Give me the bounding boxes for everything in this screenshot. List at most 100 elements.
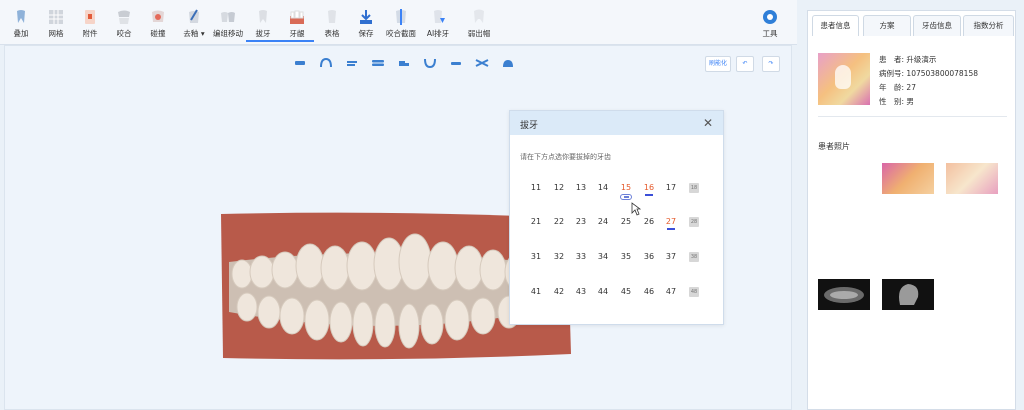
tooth-44[interactable]: 44 <box>594 287 612 296</box>
extraction-icon <box>259 10 267 23</box>
tooth-26[interactable]: 26 <box>640 217 658 226</box>
tab-patient-info[interactable]: 患者信息 <box>812 15 859 36</box>
tooth-48-icon[interactable]: 48 <box>689 287 699 297</box>
top-toggle-button[interactable]: 刷能化 <box>705 56 731 72</box>
tooth-28-icon[interactable]: 28 <box>689 217 699 227</box>
tab-index-analysis[interactable]: 指数分析 <box>963 15 1014 36</box>
gingiva-icon <box>290 10 304 24</box>
mouse-cursor-icon <box>631 202 641 216</box>
tooth-14[interactable]: 14 <box>594 183 612 192</box>
table-button[interactable]: 表格 <box>315 8 349 39</box>
tooth-15[interactable]: 15 <box>617 183 635 200</box>
tooth-27[interactable]: 27 <box>662 217 680 230</box>
tooth-43[interactable]: 43 <box>572 287 590 296</box>
save-button[interactable]: 保存 <box>349 8 383 39</box>
tooth-47[interactable]: 47 <box>662 287 680 296</box>
jaw-open-icon[interactable] <box>371 58 385 68</box>
occlusion-button[interactable]: 咬合 <box>107 8 141 39</box>
ai-arrange-icon <box>434 10 445 23</box>
tooth-12[interactable]: 12 <box>550 183 568 192</box>
tooth-overlay-icon <box>17 10 25 23</box>
tooth-33[interactable]: 33 <box>572 252 590 261</box>
collision-button[interactable]: 碰撞 <box>141 8 175 39</box>
occlusion-section-icon <box>396 9 406 25</box>
patient-photo-2[interactable] <box>946 163 998 194</box>
panel-tabs: 患者信息 方案 牙齿信息 指数分析 <box>808 11 1015 36</box>
split-view-icon[interactable] <box>475 58 489 68</box>
overlay-button[interactable]: 叠加 <box>4 8 38 39</box>
collision-icon <box>152 10 164 22</box>
tooth-13[interactable]: 13 <box>572 183 590 192</box>
extraction-marker <box>620 194 632 200</box>
tooth-35[interactable]: 35 <box>617 252 635 261</box>
patient-photos-label: 患者照片 <box>818 142 850 151</box>
patient-panel: 患者信息 方案 牙齿信息 指数分析 患 者: 升级演示 病例号: 1075038… <box>807 10 1016 410</box>
bottom-view-icon[interactable] <box>449 58 463 68</box>
dialog-hint: 请在下方点选你要拔掉的牙齿 <box>520 153 611 161</box>
front-view-icon[interactable] <box>293 58 307 68</box>
extraction-marker <box>667 228 675 230</box>
tab-tooth-info[interactable]: 牙齿信息 <box>913 15 961 36</box>
right-view-icon[interactable] <box>345 58 359 68</box>
extraction-marker <box>645 194 653 196</box>
extraction-dialog: 拔牙 ✕ 请在下方点选你要拔掉的牙齿 11 12 13 14 15 16 17 … <box>509 110 724 325</box>
occlusion-section-button[interactable]: 咬合截面 <box>384 8 418 39</box>
tooth-cap-button[interactable]: 弱出帽 <box>462 8 496 39</box>
tools-button[interactable]: 工具 <box>753 8 787 39</box>
tooth-34[interactable]: 34 <box>594 252 612 261</box>
tooth-24[interactable]: 24 <box>594 217 612 226</box>
upper-arch-icon[interactable] <box>319 58 333 68</box>
tooth-45[interactable]: 45 <box>617 287 635 296</box>
tooth-37[interactable]: 37 <box>662 252 680 261</box>
save-icon <box>360 10 372 24</box>
tooth-16[interactable]: 16 <box>640 183 658 196</box>
panoramic-xray-image[interactable] <box>818 279 870 310</box>
gingiva-button[interactable]: 牙龈 <box>280 8 314 42</box>
divider <box>818 116 1007 117</box>
attachment-button[interactable]: 附件 <box>73 8 107 39</box>
chevron-down-icon: ▾ <box>200 29 205 38</box>
tooth-25[interactable]: 25 <box>617 217 635 226</box>
redo-icon: ↷ <box>768 60 774 67</box>
patient-name-row: 患 者: 升级演示 <box>879 55 937 64</box>
undo-icon: ↶ <box>742 60 748 67</box>
tooth-41[interactable]: 41 <box>527 287 545 296</box>
tooth-21[interactable]: 21 <box>527 217 545 226</box>
back-view-icon[interactable] <box>501 58 515 68</box>
tooth-31[interactable]: 31 <box>527 252 545 261</box>
tooth-11[interactable]: 11 <box>527 183 545 192</box>
undo-button[interactable]: ↶ <box>736 56 754 72</box>
patient-gender-row: 性 别: 男 <box>879 97 914 106</box>
tooth-32[interactable]: 32 <box>550 252 568 261</box>
enamel-strip-button[interactable]: 去釉 ▾ <box>177 8 211 39</box>
enamel-strip-icon <box>189 9 199 23</box>
tooth-42[interactable]: 42 <box>550 287 568 296</box>
tooth-38-icon[interactable]: 38 <box>689 252 699 262</box>
occlusion-icon <box>118 10 130 24</box>
left-view-icon[interactable] <box>397 58 411 68</box>
table-icon <box>328 10 336 23</box>
tooth-17[interactable]: 17 <box>662 183 680 192</box>
patient-id-row: 病例号: 107503800078158 <box>879 69 978 78</box>
grid-button[interactable]: 网格 <box>39 8 73 39</box>
lower-arch-icon[interactable] <box>423 58 437 68</box>
grid-icon <box>49 10 63 24</box>
tooth-46[interactable]: 46 <box>640 287 658 296</box>
close-icon[interactable]: ✕ <box>703 116 713 130</box>
tooth-36[interactable]: 36 <box>640 252 658 261</box>
main-toolbar: 叠加 网格 附件 咬合 碰撞 去釉 ▾ 编组移动 拔牙 牙龈 表格 保存 咬合截… <box>0 0 797 45</box>
tooth-23[interactable]: 23 <box>572 217 590 226</box>
patient-age-row: 年 龄: 27 <box>879 83 916 92</box>
dialog-title: 拔牙 <box>520 121 539 131</box>
tooth-18-icon[interactable]: 18 <box>689 183 699 193</box>
tooth-cap-icon <box>474 9 484 23</box>
cephalometric-xray-image[interactable] <box>882 279 934 310</box>
extraction-button[interactable]: 拔牙 <box>246 8 280 42</box>
redo-button[interactable]: ↷ <box>762 56 780 72</box>
patient-photo-1[interactable] <box>882 163 934 194</box>
group-move-button[interactable]: 编组移动 <box>211 8 245 39</box>
patient-avatar <box>818 53 870 105</box>
tooth-22[interactable]: 22 <box>550 217 568 226</box>
ai-arrange-button[interactable]: AI排牙 <box>421 8 455 39</box>
tab-plan[interactable]: 方案 <box>863 15 911 36</box>
